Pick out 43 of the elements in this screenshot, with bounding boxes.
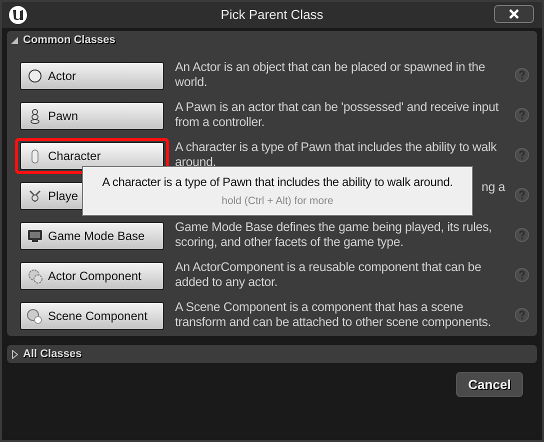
tooltip-text: A character is a type of Pawn that includes the ability to walk around.: [102, 174, 453, 191]
class-button[interactable]: Game Mode Base: [20, 222, 164, 250]
sphere-icon: [28, 69, 42, 83]
logo-icon: [8, 5, 28, 25]
help-button[interactable]: [515, 228, 529, 242]
help-icon: [515, 68, 529, 82]
class-description: A Scene Component is a component that has a scene transform and can be attached to other scene components.: [175, 300, 492, 330]
help-icon: [515, 148, 529, 162]
help-button[interactable]: [515, 108, 529, 122]
class-description: A Pawn is an actor that can be 'possessed' and receive input from a controller.: [175, 100, 500, 130]
help-icon: [515, 268, 529, 282]
spheres-icon: [27, 308, 43, 324]
class-description: An ActorComponent is a reusable component that can be added to any actor.: [175, 260, 482, 290]
expand-arrow-icon: [12, 350, 18, 358]
class-button[interactable]: Actor Component: [20, 262, 164, 290]
help-button[interactable]: [515, 188, 529, 202]
class-button[interactable]: Pawn: [20, 102, 164, 130]
class-button[interactable]: Scene Component: [20, 302, 164, 330]
class-button[interactable]: Actor: [20, 62, 164, 90]
monitor-icon: [27, 229, 43, 243]
cancel-button[interactable]: Cancel: [456, 372, 523, 397]
help-button[interactable]: [515, 308, 529, 322]
help-icon: [515, 188, 529, 202]
window-title: Pick Parent Class: [220, 6, 324, 24]
all-classes-header[interactable]: All Classes: [7, 345, 537, 363]
class-description: ng a: [481, 180, 505, 195]
pawn-icon: [30, 108, 40, 124]
help-button[interactable]: [515, 68, 529, 82]
help-button[interactable]: [515, 148, 529, 162]
collapse-arrow-icon: [11, 36, 18, 44]
capsule-icon: [31, 148, 39, 164]
class-button[interactable]: Character: [20, 142, 164, 170]
tooltip-hint: hold (Ctrl + Alt) for more: [222, 194, 334, 209]
help-icon: [515, 228, 529, 242]
help-icon: [515, 108, 529, 122]
class-description: A character is a type of Pawn that includes the ability to walk around.: [175, 140, 498, 170]
close-icon: [509, 9, 519, 19]
class-description: An Actor is an object that can be placed or spawned in the world.: [175, 60, 486, 90]
help-button[interactable]: [515, 268, 529, 282]
controller-icon: [28, 188, 42, 204]
class-description: Game Mode Base defines the game being played, its rules, scoring, and other facets of the game type.: [175, 220, 493, 250]
help-icon: [515, 308, 529, 322]
close-button[interactable]: [494, 5, 534, 23]
